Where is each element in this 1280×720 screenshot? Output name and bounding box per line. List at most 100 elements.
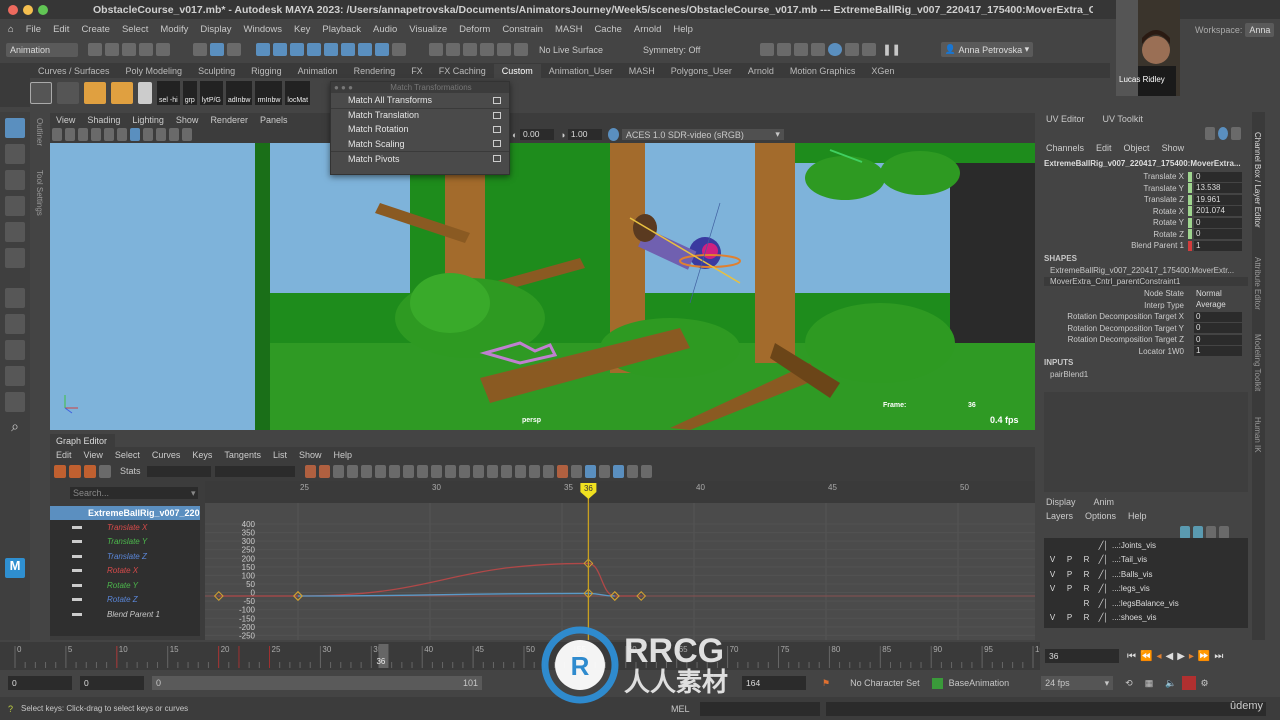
search-icon[interactable]: ⌕ [5,418,25,438]
layer-r-toggle[interactable]: R [1078,584,1095,593]
lock-icon[interactable] [392,43,406,56]
pin-icon[interactable] [570,464,582,478]
channel-value[interactable]: 1 [1194,240,1242,251]
graph-menu-item[interactable]: View [84,450,103,460]
anim-prefs-icon[interactable]: ⚙ [1200,678,1208,689]
step-back-frame-icon[interactable]: ◂ [1156,651,1165,662]
channel-edit-icon[interactable] [1231,127,1241,140]
viewport-menu-item[interactable]: Panels [260,115,288,125]
redo-icon[interactable] [156,43,170,56]
shelf-options[interactable] [0,63,30,107]
close-window-button[interactable] [8,4,18,15]
grid-icon[interactable] [138,81,152,104]
auto-key-icon[interactable]: ⚑ [822,678,830,689]
snap-surface-icon[interactable] [324,43,338,56]
new-scene-icon[interactable] [88,43,102,56]
main-menu-item[interactable]: Cache [594,24,621,35]
scene-start-field[interactable]: 0 [8,676,72,690]
step-forward-frame-icon[interactable]: ▸ [1189,651,1198,662]
magnet-icon[interactable] [463,43,477,56]
paint-select-icon[interactable] [5,170,25,190]
sound-icon[interactable]: 🔈 [1165,678,1176,689]
channel-menu-item[interactable]: Edit [1096,143,1112,153]
search-input[interactable]: Search... ▾ [70,487,198,499]
shelf-button[interactable]: sel -hi [157,80,180,105]
layer-color-icon[interactable]: ╱│ [1095,599,1112,608]
infinity-icon[interactable] [598,464,610,478]
channel-item[interactable]: Translate Z [50,549,200,564]
layer-p-toggle[interactable]: P [1061,584,1078,593]
move-keys-icon[interactable] [54,464,66,478]
lights-icon[interactable] [156,128,166,141]
shelf-button[interactable]: grp [182,80,197,105]
channel-value[interactable]: 0 [1194,171,1242,182]
graph-menu-item[interactable]: Help [333,450,352,460]
workspace-dropdown[interactable]: Anna [1245,23,1275,37]
save-scene-icon[interactable] [122,43,136,56]
layer-tab[interactable]: Anim [1094,497,1115,507]
channel-key-icon[interactable] [1218,127,1228,140]
attribute-value[interactable]: 0 [1194,323,1242,334]
ipr-render-icon[interactable] [794,43,809,56]
center-icon[interactable] [332,464,344,478]
snap-edge-icon[interactable] [358,43,372,56]
color-management-icon[interactable] [607,128,619,141]
layer-row[interactable]: V P R ╱│ ...:legs_vis [1044,582,1248,597]
graph-menu-item[interactable]: Curves [152,450,181,460]
lasso-tool-icon[interactable] [5,144,25,164]
input-node[interactable]: pairBlend1 [1050,370,1088,379]
bookmark-icon[interactable] [78,128,88,141]
magnet-icon[interactable] [514,43,528,56]
layer-r-toggle[interactable]: R [1078,570,1095,579]
gamma-field[interactable]: 1.00 [567,129,602,140]
outliner-tab[interactable]: Outliner [35,118,44,146]
main-menu-item[interactable]: Key [294,24,310,35]
anim-layer-dropdown[interactable]: BaseAnimation [949,678,1010,688]
shelf-button[interactable]: lytP/G [199,80,223,105]
go-to-start-icon[interactable]: ⏮ [1127,651,1140,662]
magnet-icon[interactable] [446,43,460,56]
channel-sync-icon[interactable] [1205,127,1215,140]
break-tangent-icon[interactable] [444,464,456,478]
frame-all-icon[interactable] [304,464,316,478]
channel-item[interactable]: Translate X [50,520,200,535]
color-space-dropdown[interactable]: ACES 1.0 SDR-video (sRGB) ▾ [621,129,784,140]
channel-item[interactable]: Translate Y [50,535,200,550]
shelf-tab[interactable]: Custom [493,63,541,78]
user-account-dropdown[interactable]: 👤 Anna Petrovska ▾ [940,42,1034,57]
shelf-tab[interactable]: Animation_User [541,64,621,78]
option-box-icon[interactable] [493,140,501,148]
shelf-tab[interactable]: Curves / Surfaces [30,64,118,78]
rotate-tool-icon[interactable] [5,222,25,242]
channel-row[interactable]: Rotate X 201.074 [1040,206,1252,218]
layer-tab[interactable]: Display [1046,497,1076,507]
unify-tangent-icon[interactable] [458,464,470,478]
layer-menu-item[interactable]: Options [1085,511,1116,521]
outliner-node[interactable]: ExtremeBallRig_v007_220 [50,506,200,520]
viewport-menu-item[interactable]: Lighting [132,115,164,125]
main-menu-item[interactable]: Arnold [634,24,661,35]
linear-tangent-icon[interactable] [388,464,400,478]
channel-menu-item[interactable]: Object [1124,143,1150,153]
graph-menu-item[interactable]: Tangents [224,450,261,460]
minimize-window-button[interactable] [23,4,33,15]
channel-row[interactable]: Translate Z 19.961 [1040,194,1252,206]
render-settings-icon[interactable] [811,43,826,56]
scale-tool-icon[interactable] [5,248,25,268]
viewport-menu-item[interactable]: Renderer [210,115,248,125]
graph-menu-item[interactable]: Edit [56,450,72,460]
workspace-selector[interactable]: Workspace: Anna [1195,23,1275,37]
shelf-button[interactable]: adInbw [225,80,253,105]
graph-menu-item[interactable]: Select [115,450,140,460]
layer-color-icon[interactable]: ╱│ [1095,613,1112,622]
tab-graph-editor[interactable]: Graph Editor [50,434,115,447]
attribute-row[interactable]: Locator 1W0 1 [1040,346,1252,358]
main-menu-item[interactable]: Audio [373,24,397,35]
hypershade-icon[interactable] [828,43,843,56]
constraint-name[interactable]: MoverExtra_Cntrl_parentConstraint1 [1044,277,1248,286]
shelf-tab[interactable]: Animation [290,64,346,78]
time-slider[interactable]: 0510152025303540455055606570758085909510… [0,642,1049,670]
channel-item[interactable]: Rotate X [50,564,200,579]
snap-view-icon[interactable] [307,43,321,56]
channel-value[interactable]: 0 [1194,217,1242,228]
